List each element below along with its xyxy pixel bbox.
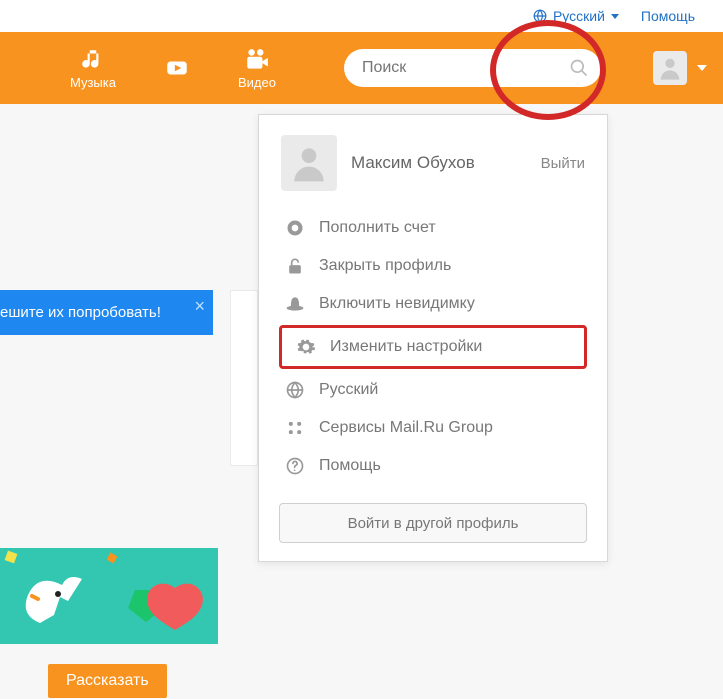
- menu-item-label: Русский: [319, 381, 378, 399]
- person-icon: [656, 54, 684, 82]
- avatar[interactable]: [281, 135, 337, 191]
- profile-dropdown: Максим Обухов Выйти Пополнить счет Закрыт…: [258, 114, 608, 562]
- promo-card[interactable]: [0, 548, 218, 644]
- promo-illustration: [0, 548, 218, 644]
- menu-item-label: Закрыть профиль: [319, 257, 451, 275]
- menu-item-hat[interactable]: Включить невидимку: [271, 285, 595, 323]
- nav-video[interactable]: [162, 55, 192, 81]
- menu-item-label: Изменить настройки: [330, 338, 482, 356]
- chevron-down-icon: [697, 65, 707, 71]
- user-name[interactable]: Максим Обухов: [351, 153, 527, 173]
- chevron-down-icon: [611, 14, 619, 19]
- avatar-small: [653, 51, 687, 85]
- menu-item-globe[interactable]: Русский: [271, 371, 595, 409]
- banner-text: ешите их попробовать!: [0, 304, 161, 321]
- menu-item-label: Сервисы Mail.Ru Group: [319, 419, 493, 437]
- menu-item-wallet[interactable]: Пополнить счет: [271, 209, 595, 247]
- menu-item-gear[interactable]: Изменить настройки: [279, 325, 587, 369]
- nav-music-label: Музыка: [70, 75, 116, 90]
- promo-banner: × ешите их попробовать!: [0, 290, 213, 335]
- other-profile-button[interactable]: Войти в другой профиль: [279, 503, 587, 543]
- hat-icon: [285, 294, 305, 314]
- person-icon: [287, 141, 331, 185]
- menu-item-label: Включить невидимку: [319, 295, 475, 313]
- play-icon: [162, 55, 192, 81]
- close-icon[interactable]: ×: [194, 296, 205, 317]
- tell-button[interactable]: Рассказать: [48, 664, 167, 698]
- wallet-icon: [285, 218, 305, 238]
- music-icon: [78, 47, 108, 73]
- menu-item-grid[interactable]: Сервисы Mail.Ru Group: [271, 409, 595, 447]
- menu-item-help[interactable]: Помощь: [271, 447, 595, 485]
- logout-link[interactable]: Выйти: [541, 155, 585, 172]
- search-input[interactable]: [362, 59, 569, 77]
- nav-music[interactable]: Музыка: [70, 47, 116, 90]
- help-icon: [285, 456, 305, 476]
- video-icon: [242, 47, 272, 73]
- language-label: Русский: [553, 8, 605, 24]
- main-navbar: Музыка Видео: [0, 32, 723, 104]
- nav-video-cam[interactable]: Видео: [238, 47, 276, 90]
- globe-icon: [285, 380, 305, 400]
- nav-video-label: Видео: [238, 75, 276, 90]
- lock-icon: [285, 256, 305, 276]
- grid-icon: [285, 418, 305, 438]
- language-selector[interactable]: Русский: [533, 8, 619, 24]
- globe-icon: [533, 9, 547, 23]
- gear-icon: [296, 337, 316, 357]
- menu-item-lock[interactable]: Закрыть профиль: [271, 247, 595, 285]
- help-link[interactable]: Помощь: [641, 8, 695, 24]
- search-icon: [569, 58, 589, 78]
- menu-item-label: Пополнить счет: [319, 219, 436, 237]
- content-card: [230, 290, 258, 466]
- search-box[interactable]: [344, 49, 601, 87]
- menu-item-label: Помощь: [319, 457, 381, 475]
- profile-menu-trigger[interactable]: [653, 51, 707, 85]
